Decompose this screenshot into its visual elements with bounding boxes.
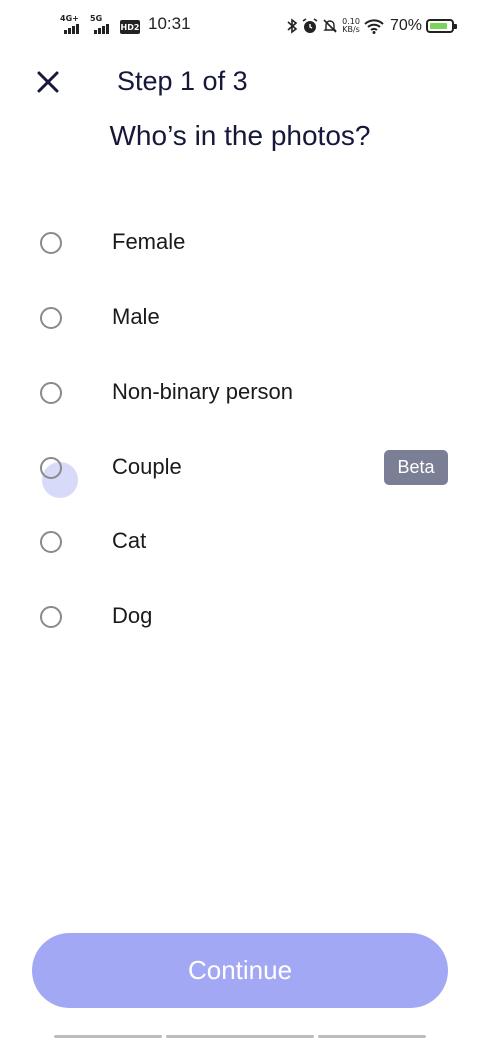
network-speed: 0.10 KB/s (342, 18, 360, 34)
option-label: Cat (112, 528, 147, 553)
alarm-icon (302, 18, 318, 33)
option-label: Non-binary person (112, 379, 293, 404)
option-male[interactable]: Male (0, 289, 480, 353)
gesture-bar-right (318, 1035, 426, 1038)
option-label: Couple (112, 454, 182, 479)
option-couple[interactable]: Couple Beta (0, 439, 480, 503)
option-non-binary[interactable]: Non-binary person (0, 364, 480, 428)
option-label: Male (112, 304, 160, 329)
gesture-bar-left (54, 1035, 162, 1038)
page-title: Who’s in the photos? (109, 120, 371, 151)
status-bar-left: 4G+ 5G HD2 10:31 (58, 14, 191, 34)
step-indicator: Step 1 of 3 (117, 66, 248, 96)
cellular-signal-icon: 4G+ (58, 14, 84, 34)
cellular-signal-icon-2: 5G (88, 14, 114, 34)
radio-button[interactable] (40, 457, 62, 479)
speed-unit: KB/s (342, 25, 360, 34)
network-type-2: 5G (90, 14, 103, 23)
status-time: 10:31 (148, 14, 191, 33)
close-button[interactable] (30, 64, 66, 100)
radio-button[interactable] (40, 606, 62, 628)
option-label: Female (112, 229, 186, 254)
option-label: Dog (112, 603, 153, 628)
radio-button[interactable] (40, 382, 62, 404)
status-bar: 4G+ 5G HD2 10:31 0.10 KB/s 70% (0, 0, 480, 52)
continue-button[interactable]: Continue (32, 933, 448, 1008)
hd-voice-icon: HD2 (120, 20, 140, 34)
option-cat[interactable]: Cat (0, 513, 480, 577)
beta-badge: Beta (384, 450, 448, 485)
radio-button[interactable] (40, 531, 62, 553)
radio-button[interactable] (40, 232, 62, 254)
wifi-icon (364, 19, 384, 34)
battery-icon (426, 19, 457, 33)
mute-bell-icon (323, 19, 337, 33)
battery-percent: 70% (389, 17, 422, 34)
close-icon (37, 71, 59, 93)
gesture-bar-center[interactable] (166, 1035, 314, 1038)
status-bar-right: 0.10 KB/s 70% (286, 14, 457, 38)
option-dog[interactable]: Dog (0, 588, 480, 652)
bluetooth-icon (287, 18, 298, 34)
radio-button[interactable] (40, 307, 62, 329)
option-female[interactable]: Female (0, 214, 480, 278)
network-type-1: 4G+ (60, 14, 79, 23)
